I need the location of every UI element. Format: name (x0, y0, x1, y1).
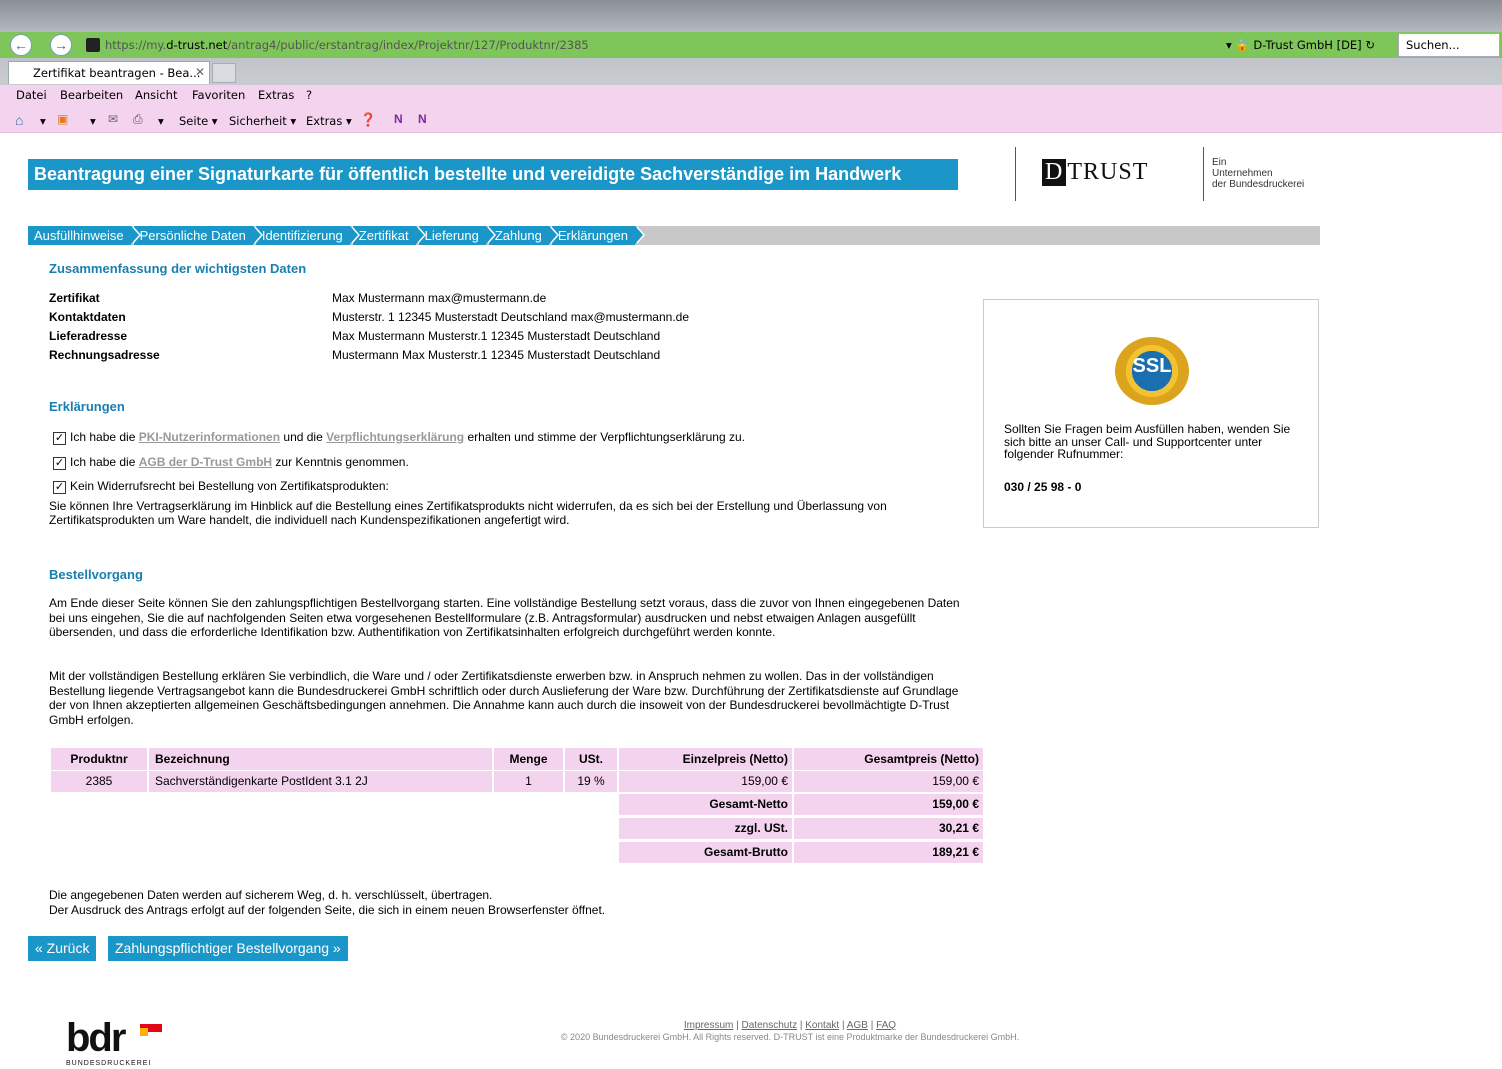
total-netto-value: 159,00 € (794, 794, 983, 815)
td-bezeichnung: Sachverständigenkarte PostIdent 3.1 2J (149, 771, 492, 792)
th-bezeichnung: Bezeichnung (149, 748, 492, 770)
footer-link-faq[interactable]: FAQ (876, 1020, 896, 1031)
checkbox-widerruf[interactable]: ✓ (53, 481, 66, 494)
agb-link[interactable]: AGB der D-Trust GmbH (139, 455, 272, 469)
checkbox-pki[interactable]: ✓ (53, 432, 66, 445)
value-rechnungsadresse: Mustermann Max Musterstr.1 12345 Musters… (332, 348, 661, 362)
step-zertifikat[interactable]: Zertifikat (352, 226, 426, 245)
menu-extras[interactable]: Extras (258, 88, 294, 102)
home-icon[interactable]: ⌂ (15, 112, 30, 128)
total-ust-label: zzgl. USt. (619, 818, 792, 839)
value-zertifikat: Max Mustermann max@mustermann.de (332, 291, 547, 305)
divider (1203, 147, 1204, 201)
encryption-note: Die angegebenen Daten werden auf sichere… (49, 888, 493, 902)
th-einzelpreis: Einzelpreis (Netto) (619, 748, 792, 770)
value-lieferadresse: Max Mustermann Musterstr.1 12345 Musters… (332, 329, 661, 343)
th-produktnr: Produktnr (51, 748, 147, 770)
toolbar-sicherheit[interactable]: Sicherheit ▾ (229, 114, 296, 128)
print-note: Der Ausdruck des Antrags erfolgt auf der… (49, 903, 606, 917)
new-tab-button[interactable] (212, 63, 236, 83)
mail-icon[interactable]: ✉ (108, 112, 123, 127)
dtrust-logo: D TRUST (1042, 159, 1148, 189)
menu-favoriten[interactable]: Favoriten (192, 88, 245, 102)
order-paragraph-1: Am Ende dieser Seite können Sie den zahl… (49, 596, 960, 639)
site-identity[interactable]: ▾ 🔒 D-Trust GmbH [DE] ↻ (1226, 34, 1375, 56)
td-ust: 19 % (565, 771, 617, 792)
back-button[interactable]: « Zurück (28, 936, 97, 961)
support-phone: 030 / 25 98 - 0 (1004, 480, 1082, 494)
dropdown-arrow-icon[interactable]: ▾ (90, 114, 96, 128)
pki-link[interactable]: PKI-Nutzerinformationen (139, 430, 280, 444)
dropdown-arrow-icon[interactable]: ▾ (40, 114, 46, 128)
checkbox-pki-label: Ich habe die PKI-Nutzerinformationen und… (70, 430, 745, 444)
footer-links: Impressum | Datenschutz | Kontakt | AGB … (683, 1020, 897, 1031)
menu-ansicht[interactable]: Ansicht (135, 88, 177, 102)
total-netto-label: Gesamt-Netto (619, 794, 792, 815)
divider (1015, 147, 1016, 201)
dropdown-arrow-icon[interactable]: ▾ (158, 114, 164, 128)
label-kontaktdaten: Kontaktdaten (49, 310, 126, 324)
feed-icon[interactable]: ▣ (57, 112, 72, 127)
verpflichtung-link[interactable]: Verpflichtungserklärung (326, 430, 464, 444)
td-menge: 1 (494, 771, 563, 792)
widerruf-detail: Sie können Ihre Vertragserklärung im Hin… (49, 499, 887, 527)
step-lieferung[interactable]: Lieferung (418, 226, 497, 245)
label-rechnungsadresse: Rechnungsadresse (49, 348, 160, 362)
back-arrow-icon[interactable]: ← (10, 34, 32, 56)
steps-nav: Ausfüllhinweise Persönliche Daten Identi… (28, 226, 646, 245)
onenote-send-icon[interactable]: N (418, 112, 433, 127)
total-brutto-label: Gesamt-Brutto (619, 842, 792, 863)
footer-link-impressum[interactable]: Impressum (684, 1020, 733, 1031)
td-einzelpreis: 159,00 € (619, 771, 792, 792)
order-title: Bestellvorgang (49, 567, 143, 582)
label-zertifikat: Zertifikat (49, 291, 100, 305)
footer-link-kontakt[interactable]: Kontakt (805, 1020, 839, 1031)
step-erklaerungen[interactable]: Erklärungen (551, 226, 646, 245)
close-icon[interactable]: ✕ (195, 61, 205, 83)
support-text: Sollten Sie Fragen beim Ausfüllen haben,… (1004, 422, 1291, 461)
th-menge: Menge (494, 748, 563, 770)
forward-arrow-icon[interactable]: → (50, 34, 72, 56)
th-ust: USt. (565, 748, 617, 770)
logo-subtitle: Ein Unternehmen der Bundesdruckerei (1212, 157, 1305, 190)
footer-link-datenschutz[interactable]: Datenschutz (742, 1020, 798, 1031)
bdr-logo: bdr (66, 1016, 126, 1060)
bdr-logo-accent (140, 1028, 148, 1036)
step-persoenliche-daten[interactable]: Persönliche Daten (133, 226, 264, 245)
step-ausfuellhinweise[interactable]: Ausfüllhinweise (28, 226, 141, 245)
value-kontaktdaten: Musterstr. 1 12345 Musterstadt Deutschla… (332, 310, 690, 324)
td-produktnr: 2385 (51, 771, 147, 792)
checkbox-widerruf-label: Kein Widerrufsrecht bei Bestellung von Z… (70, 479, 389, 493)
total-ust-value: 30,21 € (794, 818, 983, 839)
dtrust-favicon-icon (86, 38, 100, 52)
toolbar-seite[interactable]: Seite ▾ (179, 114, 218, 128)
step-identifizierung[interactable]: Identifizierung (255, 226, 360, 245)
order-button[interactable]: Zahlungspflichtiger Bestellvorgang » (108, 936, 348, 961)
ssl-seal-label: SSL (1132, 355, 1172, 377)
summary-title: Zusammenfassung der wichtigsten Daten (49, 261, 307, 276)
menu-bearbeiten[interactable]: Bearbeiten (60, 88, 123, 102)
onenote-icon[interactable]: N (394, 112, 409, 127)
label-lieferadresse: Lieferadresse (49, 329, 128, 343)
bdr-logo-subtitle: BUNDESDRUCKEREI (66, 1060, 152, 1067)
total-brutto-value: 189,21 € (794, 842, 983, 863)
print-icon[interactable]: ⎙ (133, 112, 148, 127)
step-zahlung[interactable]: Zahlung (488, 226, 559, 245)
search-input[interactable]: Suchen... (1398, 33, 1500, 57)
checkbox-agb-label: Ich habe die AGB der D-Trust GmbH zur Ke… (70, 455, 409, 469)
toolbar-extras[interactable]: Extras ▾ (306, 114, 352, 128)
order-paragraph-2: Mit der vollständigen Bestellung erkläre… (49, 669, 959, 727)
th-gesamtpreis: Gesamtpreis (Netto) (794, 748, 983, 770)
footer-copyright: © 2020 Bundesdruckerei GmbH. All Rights … (560, 1032, 1020, 1042)
page-title: Beantragung einer Signaturkarte für öffe… (34, 164, 902, 184)
td-gesamtpreis: 159,00 € (794, 771, 983, 792)
declarations-title: Erklärungen (49, 399, 125, 414)
menu-help[interactable]: ? (306, 88, 312, 102)
footer-link-agb[interactable]: AGB (847, 1020, 868, 1031)
url-field[interactable]: https://my.d-trust.net/antrag4/public/er… (105, 34, 589, 56)
checkbox-agb[interactable]: ✓ (53, 457, 66, 470)
menu-datei[interactable]: Datei (16, 88, 47, 102)
browser-tab[interactable]: Zertifikat beantragen - Bea... (8, 61, 210, 84)
help-icon[interactable]: ❓ (360, 112, 376, 127)
